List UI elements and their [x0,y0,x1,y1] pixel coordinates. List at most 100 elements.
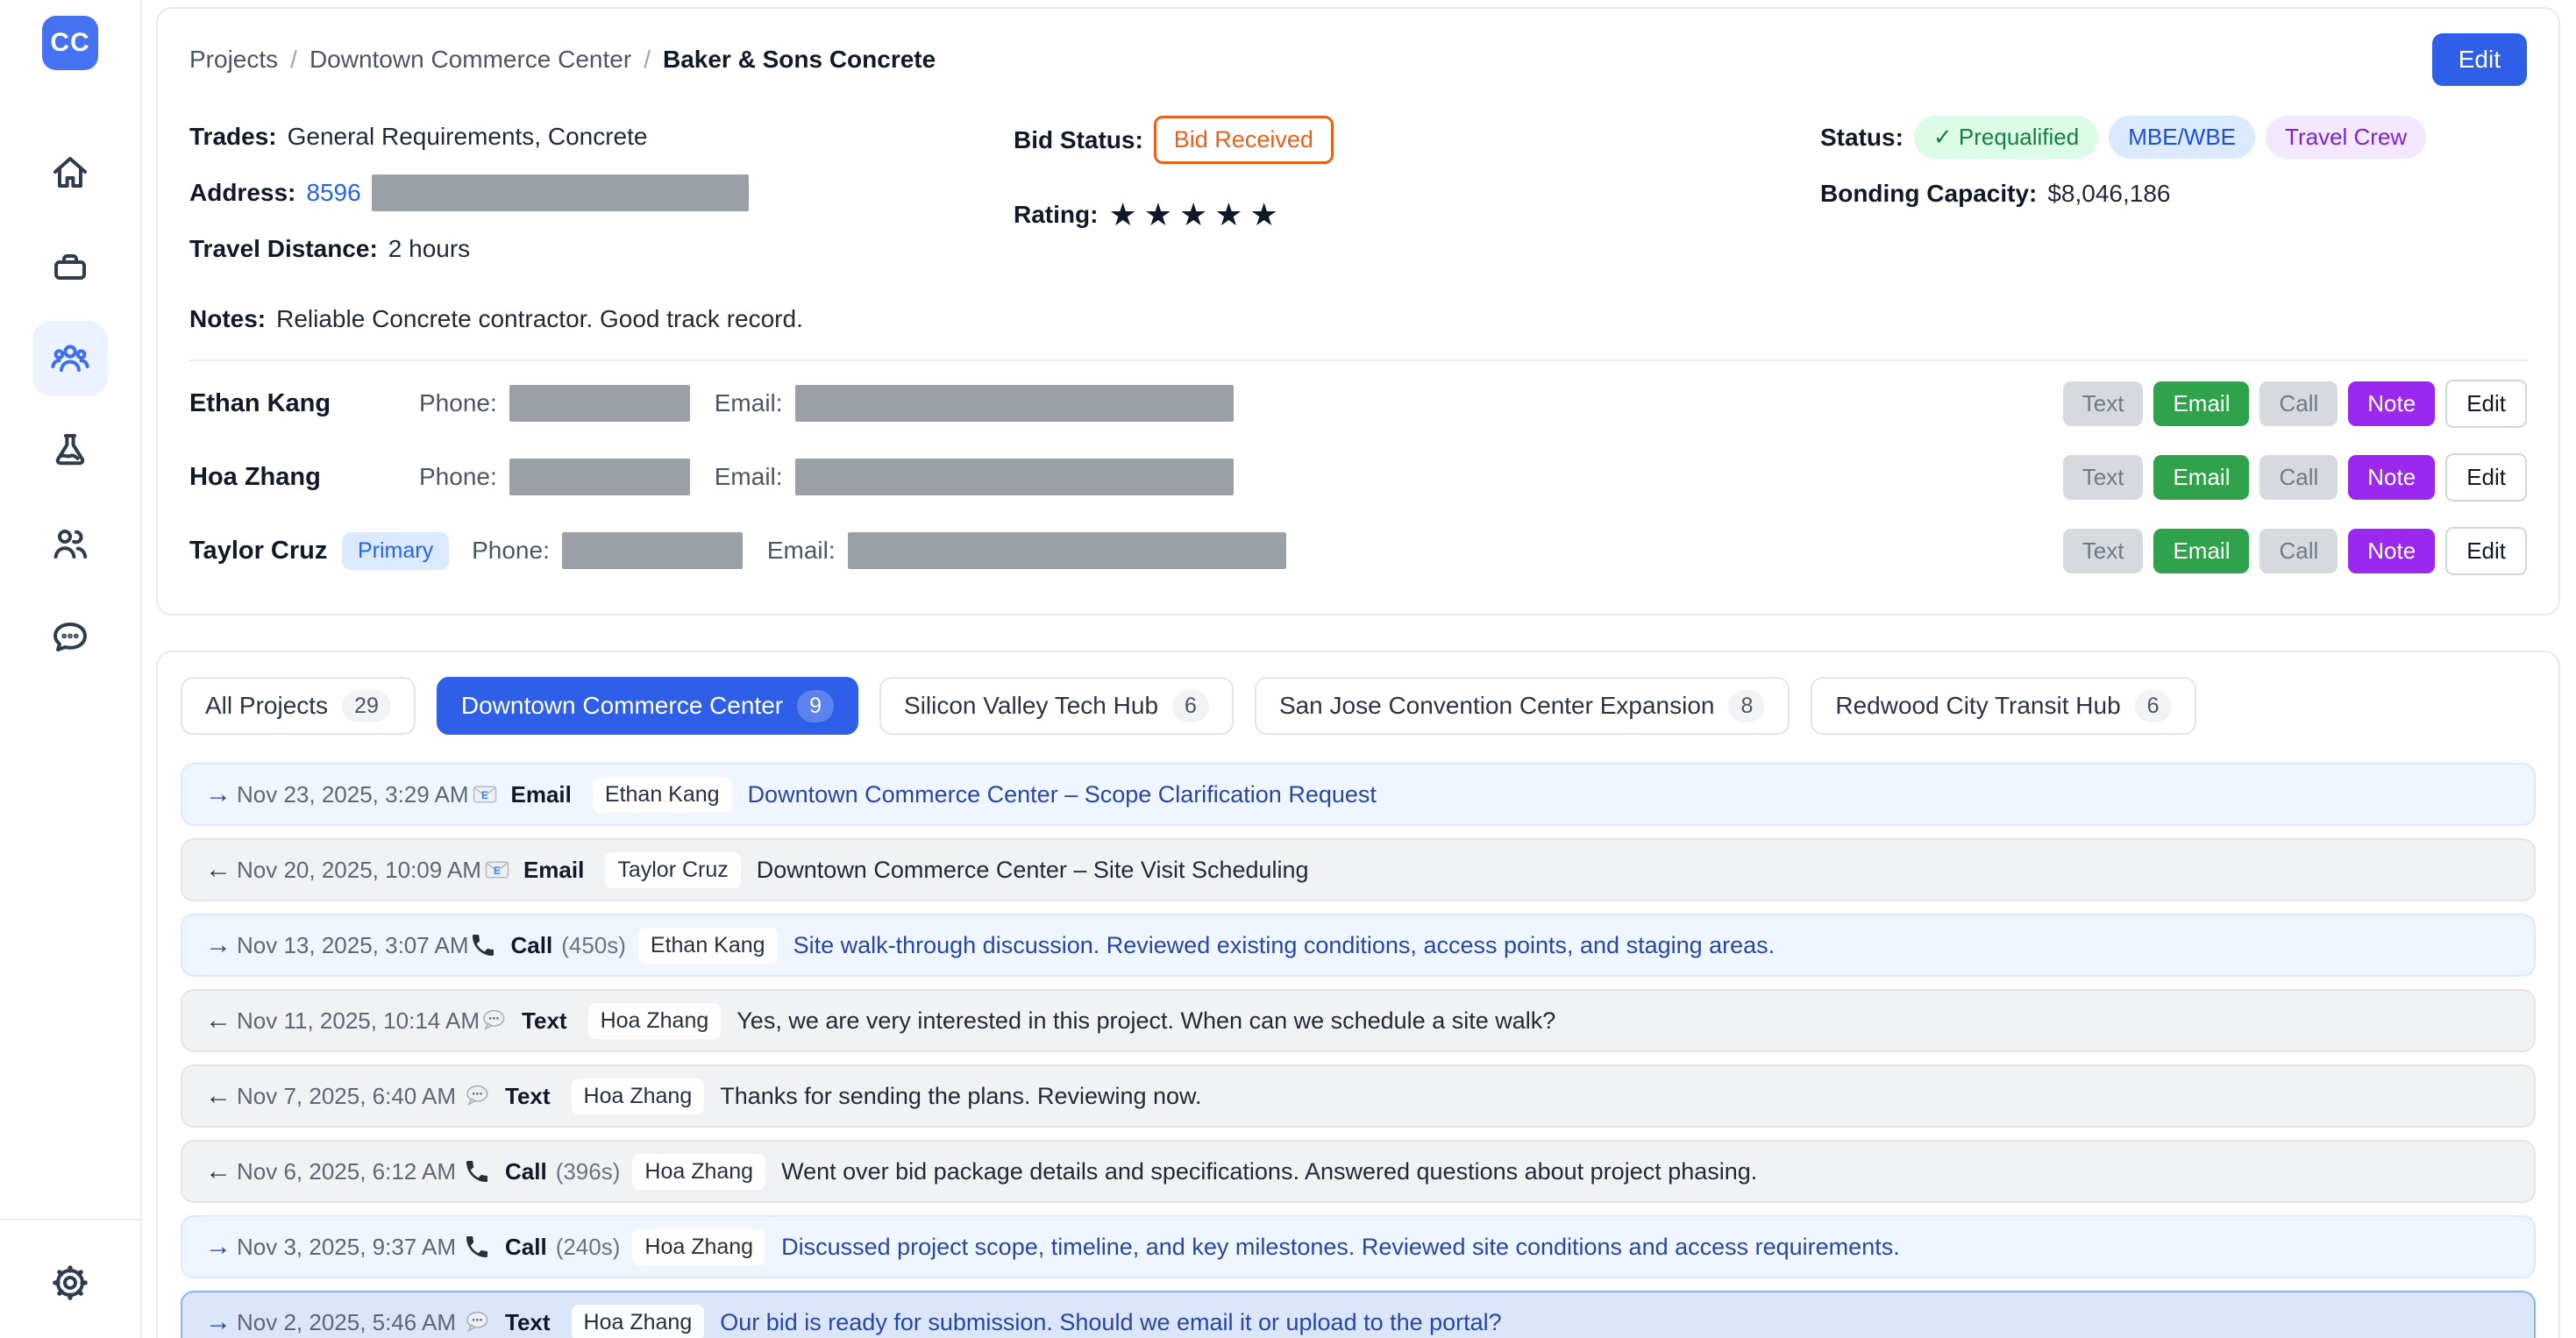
project-tab-count: 9 [797,690,834,722]
phone-label: Phone: [472,537,550,565]
notes-row: Notes: Reliable Concrete contractor. Goo… [189,305,2527,333]
log-row[interactable]: Nov 7, 2025, 6:40 AM E [181,1064,2536,1128]
phone-redaction [509,459,690,495]
log-row[interactable]: Nov 6, 2025, 6:12 AM E [181,1140,2536,1203]
address-redaction [372,174,749,211]
log-row[interactable]: Nov 20, 2025, 10:09 AM E [181,838,2536,901]
project-tab-label: Silicon Valley Tech Hub [904,692,1158,720]
call-contact-button[interactable]: Call [2259,455,2338,500]
project-tab-count: 6 [1172,690,1209,722]
text-contact-button[interactable]: Text [2063,529,2144,573]
edit-contact-button[interactable]: Edit [2445,527,2527,575]
log-message: Yes, we are very interested in this proj… [737,1007,1555,1035]
address-label: Address: [189,179,295,207]
text-contact-button[interactable]: Text [2063,381,2144,426]
project-tab[interactable]: Silicon Valley Tech Hub 6 [879,677,1234,735]
status-badge: ✓ Prequalified [1914,116,2098,159]
address-link[interactable]: 8596 [306,179,360,207]
project-tab[interactable]: San Jose Convention Center Expansion 8 [1255,677,1790,735]
text-contact-button[interactable]: Text [2063,455,2144,500]
project-tab[interactable]: All Projects 29 [181,677,416,735]
log-message: Went over bid package details and specif… [781,1158,1757,1185]
note-contact-button[interactable]: Note [2348,455,2435,500]
email-redaction [795,385,1234,422]
rating-label: Rating: [1014,201,1098,229]
log-row[interactable]: Nov 2, 2025, 5:46 AM E [181,1291,2536,1338]
call-duration: (450s) [561,932,626,959]
comm-type-label: Call [505,1234,547,1261]
svg-text:E: E [481,789,488,801]
gear-icon [49,1262,91,1304]
contractor-detail-card: Projects / Downtown Commerce Center / Ba… [156,7,2560,616]
bid-status-label: Bid Status: [1014,126,1143,154]
project-tab[interactable]: Redwood City Transit Hub 6 [1811,677,2195,735]
contact-actions: Text Email Call Note Edit [2063,380,2527,428]
edit-contractor-button[interactable]: Edit [2432,33,2527,86]
phone-icon [463,1157,496,1185]
project-tab-count: 6 [2135,690,2172,722]
direction-arrow-icon [205,1006,237,1036]
direction-arrow-icon [205,930,237,960]
contact-chip: Ethan Kang [638,928,778,964]
project-tab[interactable]: Downtown Commerce Center 9 [437,677,858,735]
breadcrumb-project[interactable]: Downtown Commerce Center [310,46,631,74]
sidebar-item-messages[interactable] [32,600,108,675]
edit-contact-button[interactable]: Edit [2445,380,2527,428]
two-users-icon [49,523,91,566]
contact-actions: Text Email Call Note Edit [2063,527,2527,575]
communication-log-list: Nov 23, 2025, 3:29 AM E [181,763,2536,1338]
comm-type-label: Email [511,781,572,808]
comm-type-label: Text [505,1309,551,1336]
bonding-capacity-value: $8,046,186 [2047,180,2170,208]
sidebar-item-lab[interactable] [32,414,108,489]
email-label: Email: [715,389,783,417]
contact-name: Ethan Kang [189,389,419,418]
text-bubble-icon [463,1308,496,1336]
status-label: Status: [1820,124,1904,152]
breadcrumb-projects[interactable]: Projects [189,46,278,74]
sidebar-item-home[interactable] [32,135,108,210]
log-date: Nov 2, 2025, 5:46 AM [237,1309,463,1336]
phone-label: Phone: [419,463,497,491]
email-contact-button[interactable]: Email [2153,381,2249,426]
log-row[interactable]: Nov 13, 2025, 3:07 AM E [181,914,2536,977]
contact-row: Ethan Kang Primary Phone: Email: Text Em… [189,367,2527,440]
note-contact-button[interactable]: Note [2348,381,2435,426]
call-contact-button[interactable]: Call [2259,381,2338,426]
project-filter-tabs: All Projects 29 Downtown Commerce Center… [181,677,2536,735]
log-message: Our bid is ready for submission. Should … [720,1309,1501,1336]
sidebar-item-projects[interactable] [32,228,108,303]
contact-chip: Hoa Zhang [572,1305,705,1338]
log-row[interactable]: Nov 3, 2025, 9:37 AM E [181,1215,2536,1278]
people-group-icon [49,338,91,380]
edit-contact-button[interactable]: Edit [2445,453,2527,502]
project-tab-count: 29 [342,690,391,722]
log-row[interactable]: Nov 23, 2025, 3:29 AM E [181,763,2536,826]
email-contact-button[interactable]: Email [2153,529,2249,573]
direction-arrow-icon [205,855,237,885]
email-contact-button[interactable]: Email [2153,455,2249,500]
log-row[interactable]: Nov 11, 2025, 10:14 AM E [181,989,2536,1052]
settings-button[interactable] [32,1245,108,1320]
project-tab-label: All Projects [205,692,328,720]
sidebar: CC [0,0,142,1338]
project-tab-label: San Jose Convention Center Expansion [1279,692,1715,720]
sidebar-item-people[interactable] [32,507,108,582]
call-duration: (396s) [556,1158,621,1185]
sidebar-item-contractors[interactable] [32,321,108,396]
breadcrumb-separator: / [644,46,651,74]
travel-distance-label: Travel Distance: [189,235,378,263]
contact-row: Hoa Zhang Primary Phone: Email: Text Ema… [189,440,2527,514]
rating-stars[interactable]: ★★★★★ [1108,199,1284,231]
bid-status-badge: Bid Received [1154,116,1334,164]
note-contact-button[interactable]: Note [2348,529,2435,573]
contact-name: Hoa Zhang [189,463,419,492]
detail-col-right: Status: ✓ Prequalified MBE/WBE Travel Cr… [1820,116,2527,284]
comm-type-label: Text [505,1083,551,1110]
text-bubble-icon [463,1082,496,1110]
status-badge: MBE/WBE [2109,116,2255,159]
call-duration: (240s) [556,1234,621,1261]
status-badge: Travel Crew [2266,116,2426,159]
call-contact-button[interactable]: Call [2259,529,2338,573]
log-date: Nov 6, 2025, 6:12 AM [237,1158,463,1185]
